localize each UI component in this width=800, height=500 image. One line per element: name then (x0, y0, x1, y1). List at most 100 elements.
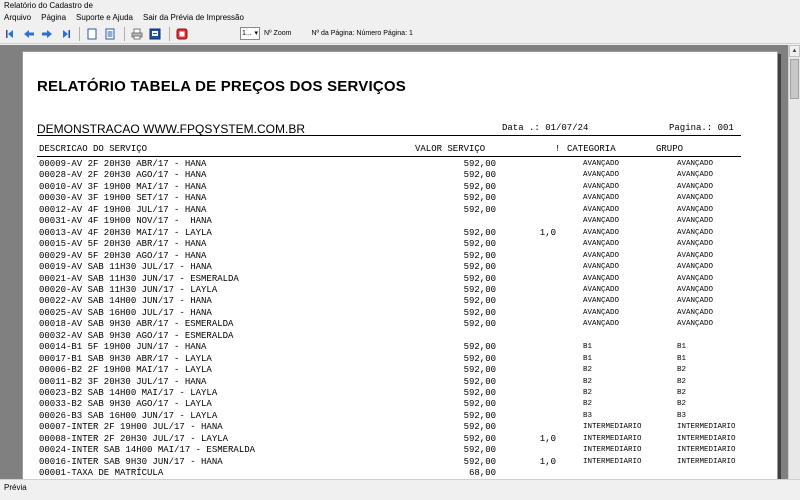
cell-value: 592,00 (463, 365, 496, 376)
cell-description: 00022-AV SAB 14H00 JUN/17 - HANA (39, 296, 212, 307)
table-row: 00028-AV 2F 20H30 AGO/17 - HANA 592,00 AVA… (23, 170, 779, 181)
table-row: 00019-AV SAB 11H30 JUL/17 - HANA 592,00 AV… (23, 262, 779, 273)
cell-category: B2 (583, 400, 593, 409)
toolbar-separator (169, 26, 170, 41)
cell-category: AVANÇADO (583, 285, 620, 294)
menu-pagina[interactable]: Página (36, 12, 71, 24)
table-row: 00007-INTER 2F 19H00 JUL/17 - HANA 592,00… (23, 422, 779, 433)
page-icon (87, 28, 97, 39)
menu-bar: Arquivo Página Suporte e Ajuda Sair da P… (0, 12, 800, 24)
report-date: Data .: 01/07/24 (502, 123, 589, 133)
first-page-icon (6, 29, 13, 38)
vertical-scrollbar[interactable]: ▲ (788, 45, 800, 479)
cell-description: 00028-AV 2F 20H30 AGO/17 - HANA (39, 170, 207, 181)
page-width-button[interactable] (102, 26, 118, 42)
next-page-button[interactable] (39, 26, 55, 42)
cell-description: 00012-AV 4F 19H00 JUL/17 - HANA (39, 204, 207, 215)
cell-description: 00016-INTER SAB 9H30 JUN/17 - HANA (39, 456, 223, 467)
cell-description: 00001-TAXA DE MATRÍCULA (39, 468, 164, 479)
cell-group: AVANÇADO (677, 263, 714, 272)
export-icon (149, 28, 161, 39)
export-button[interactable] (147, 26, 163, 42)
table-row: 00010-AV 3F 19H00 MAI/17 - HANA 592,00 AVA… (23, 182, 779, 193)
cell-category: AVANÇADO (583, 263, 620, 272)
table-row: 00017-B1 SAB 9H30 ABR/17 - LAYLA 592,00 B1… (23, 354, 779, 365)
table-row: 00033-B2 SAB 9H30 AGO/17 - LAYLA 592,00 B2… (23, 399, 779, 410)
table-row: 00001-TAXA DE MATRÍCULA 68,00 (23, 468, 779, 479)
cell-category: AVANÇADO (583, 240, 620, 249)
zoom-label: Nº Zoom (264, 30, 292, 37)
cell-description: 00013-AV 4F 20H30 MAI/17 - LAYLA (39, 227, 212, 238)
header-rule (37, 156, 741, 157)
cell-category: INTERMEDIARIO (583, 434, 642, 443)
table-row: 00013-AV 4F 20H30 MAI/17 - LAYLA 592,00 1,… (23, 228, 779, 239)
cell-value: 592,00 (463, 410, 496, 421)
cell-group: AVANÇADO (677, 205, 714, 214)
cell-value: 592,00 (463, 376, 496, 387)
cell-category: AVANÇADO (583, 308, 620, 317)
cell-group: AVANÇADO (677, 171, 714, 180)
cell-value: 592,00 (463, 456, 496, 467)
cell-value: 592,00 (463, 388, 496, 398)
cell-category: AVANÇADO (583, 205, 620, 214)
cell-group: INTERMEDIARIO (677, 423, 736, 432)
cell-group: AVANÇADO (677, 160, 714, 168)
col-header-description: DESCRICAO DO SERVIÇO (39, 144, 148, 154)
cell-category: B1 (583, 343, 593, 352)
scroll-thumb[interactable] (790, 59, 799, 99)
cell-description: 00026-B3 SAB 16H00 JUN/17 - LAYLA (39, 410, 218, 421)
stop-icon (176, 28, 188, 39)
status-text: Prévia (4, 483, 27, 492)
menu-suporte[interactable]: Suporte e Ajuda (71, 12, 138, 24)
table-row: 00016-INTER SAB 9H30 JUN/17 - HANA 592,00… (23, 457, 779, 468)
first-page-button[interactable] (3, 26, 19, 42)
cell-category: AVANÇADO (583, 194, 620, 203)
report-title: RELATÓRIO TABELA DE PREÇOS DOS SERVIÇOS (37, 78, 406, 95)
table-row: 00022-AV SAB 14H00 JUN/17 - HANA 592,00 AV… (23, 296, 779, 307)
cell-group: AVANÇADO (677, 217, 714, 226)
cell-description: 00006-B2 2F 19H00 MAI/17 - LAYLA (39, 365, 212, 376)
cell-group: AVANÇADO (677, 182, 714, 191)
print-button[interactable] (129, 26, 145, 42)
cell-value: 592,00 (463, 181, 496, 192)
cell-description: 00031-AV 4F 19H00 NOV/17 - HANA (39, 216, 212, 227)
cell-extra: 1,0 (539, 433, 556, 444)
table-row: 00014-B1 5F 19H00 JUN/17 - HANA 592,00 B1 B… (23, 342, 779, 353)
cell-category: B2 (583, 389, 593, 397)
last-page-button[interactable] (57, 26, 73, 42)
preview-viewport[interactable]: RELATÓRIO TABELA DE PREÇOS DOS SERVIÇOS … (0, 45, 788, 479)
col-header-group: GRUPO (656, 144, 684, 154)
table-row: 00031-AV 4F 19H00 NOV/17 - HANA AVANÇADO A… (23, 216, 779, 227)
cell-value: 592,00 (463, 296, 496, 307)
menu-sair-previa[interactable]: Sair da Prévia de Impressão (138, 12, 249, 24)
table-row: 00024-INTER SAB 14H00 MAI/17 - ESMERALDA… (23, 445, 779, 456)
cell-description: 00025-AV SAB 16H00 JUL/17 - HANA (39, 307, 212, 318)
cell-category: B1 (583, 354, 593, 363)
report-company: DEMONSTRACAO WWW.FPQSYSTEM.COM.BR (37, 122, 306, 136)
arrow-left-icon (24, 29, 34, 38)
cell-group: B2 (677, 366, 687, 375)
close-preview-button[interactable] (174, 26, 190, 42)
cell-value: 592,00 (463, 353, 496, 364)
cell-extra: 1,0 (539, 227, 556, 238)
cell-category: AVANÇADO (583, 217, 620, 226)
header-rule (37, 135, 741, 136)
cell-description: 00020-AV SAB 11H30 JUN/17 - LAYLA (39, 284, 218, 295)
cell-description: 00007-INTER 2F 19H00 JUL/17 - HANA (39, 422, 223, 433)
table-row: 00012-AV 4F 19H00 JUL/17 - HANA 592,00 AVA… (23, 205, 779, 216)
prev-page-button[interactable] (21, 26, 37, 42)
cell-group: B1 (677, 354, 687, 363)
cell-description: 00011-B2 3F 20H30 JUL/17 - HANA (39, 376, 207, 387)
cell-value: 592,00 (463, 445, 496, 456)
scroll-up-icon[interactable]: ▲ (789, 45, 800, 57)
cell-group: AVANÇADO (677, 194, 714, 203)
col-header-value: VALOR SERVIÇO (415, 144, 486, 154)
table-row: 00025-AV SAB 16H00 JUL/17 - HANA 592,00 AV… (23, 308, 779, 319)
menu-arquivo[interactable]: Arquivo (0, 12, 36, 24)
cell-value: 592,00 (463, 239, 496, 250)
single-page-button[interactable] (84, 26, 100, 42)
cell-category: AVANÇADO (583, 320, 620, 329)
zoom-select[interactable]: 1... ▾ (240, 27, 260, 40)
table-row: 00029-AV 5F 20H30 AGO/17 - HANA 592,00 AVA… (23, 251, 779, 262)
cell-value: 592,00 (463, 262, 496, 273)
